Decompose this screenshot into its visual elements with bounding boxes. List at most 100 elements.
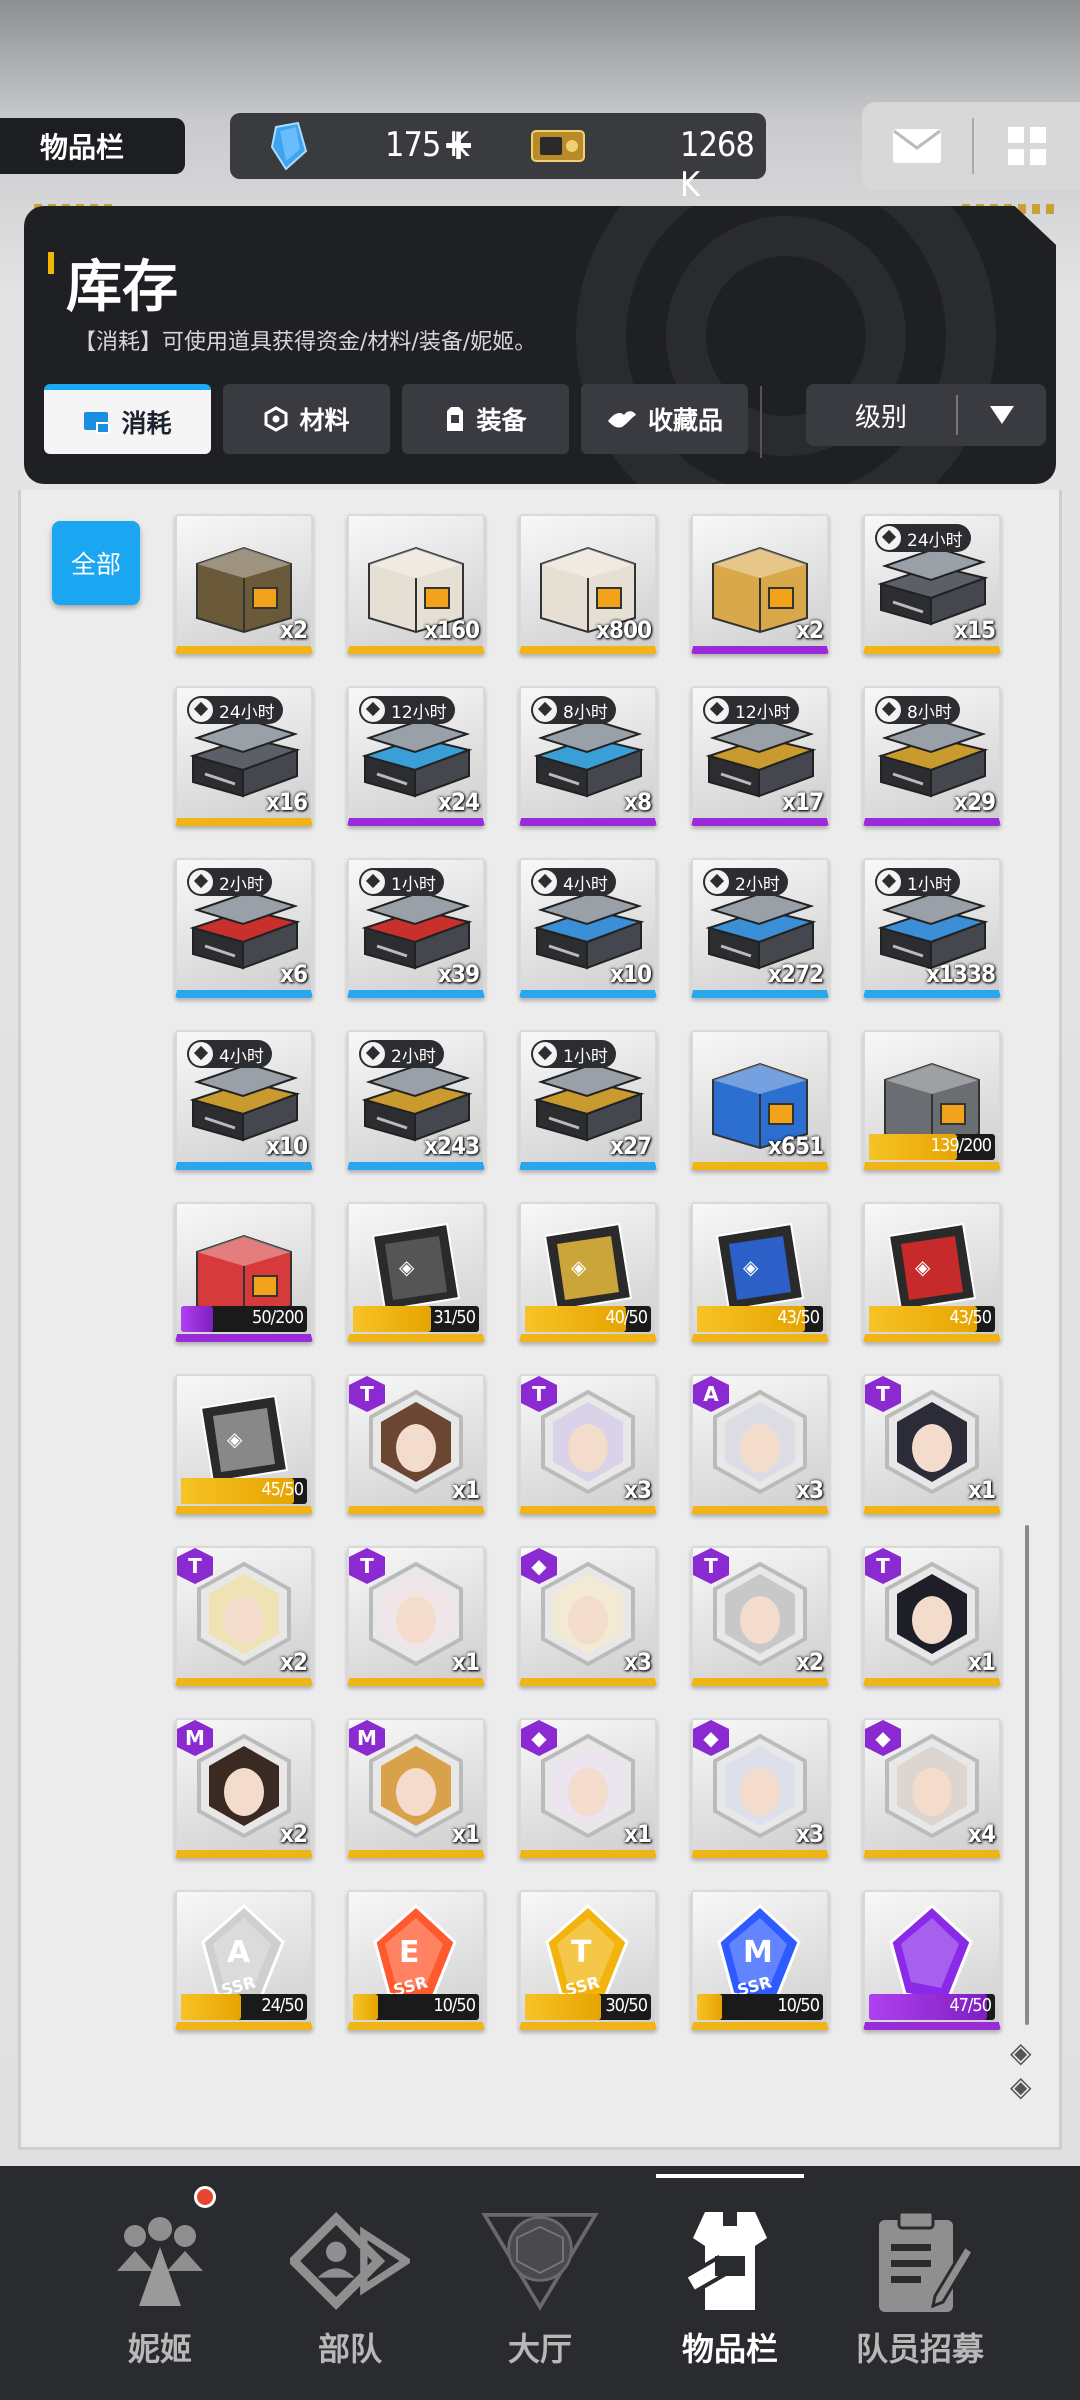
nav-squad[interactable]: 部队: [250, 2166, 450, 2400]
inventory-item[interactable]: ◈ 43/50: [691, 1202, 829, 1342]
mail-button[interactable]: [862, 128, 972, 164]
inventory-item[interactable]: x2: [175, 514, 313, 654]
inventory-item[interactable]: ◆ x4: [863, 1718, 1001, 1858]
svg-text:E: E: [399, 1935, 420, 1970]
inventory-item[interactable]: 2小时 x243: [347, 1030, 485, 1170]
inventory-item[interactable]: M SSR 10/50: [691, 1890, 829, 2030]
item-progress-bar: 40/50: [525, 1306, 651, 1332]
progress-text: 50/200: [252, 1307, 304, 1328]
inventory-item[interactable]: Tx3: [519, 1374, 657, 1514]
inventory-item[interactable]: T SSR 30/50: [519, 1890, 657, 2030]
inventory-item[interactable]: ◆ x3: [691, 1718, 829, 1858]
panel-description: 【消耗】可使用道具获得资金/材料/装备/妮姬。: [74, 330, 537, 355]
duration-badge: 12小时: [359, 696, 455, 724]
tab-collectible[interactable]: 收藏品: [581, 384, 748, 454]
nav-label: 部队: [317, 2330, 382, 2368]
progress-text: 31/50: [433, 1307, 476, 1328]
inventory-item[interactable]: 1小时 x39: [347, 858, 485, 998]
inventory-item[interactable]: ◆ x1: [519, 1718, 657, 1858]
inventory-item[interactable]: Ax3: [691, 1374, 829, 1514]
inventory-item[interactable]: 2小时 x272: [691, 858, 829, 998]
inventory-item[interactable]: 24小时 x15: [863, 514, 1001, 654]
nav-lobby[interactable]: 大厅: [440, 2166, 640, 2400]
item-count: x2: [280, 616, 308, 644]
inventory-item[interactable]: ◈ 40/50: [519, 1202, 657, 1342]
inventory-item[interactable]: 8小时 x8: [519, 686, 657, 826]
inventory-item[interactable]: x651: [691, 1030, 829, 1170]
duration-badge: 2小时: [187, 868, 272, 896]
sort-dropdown[interactable]: 级别: [806, 384, 1046, 446]
item-progress-bar: 43/50: [869, 1306, 995, 1332]
add-gems-button[interactable]: +: [442, 119, 475, 170]
inventory-item[interactable]: 139/200: [863, 1030, 1001, 1170]
menu-button[interactable]: [974, 125, 1080, 167]
inventory-item[interactable]: 12小时 x17: [691, 686, 829, 826]
nav-inventory[interactable]: 物品栏: [630, 2166, 830, 2400]
panel-title: 库存: [66, 255, 178, 320]
item-count: x8: [624, 788, 652, 816]
inventory-item[interactable]: x160: [347, 514, 485, 654]
progress-fill: [181, 1306, 213, 1332]
item-count: x1: [624, 1820, 652, 1848]
item-count: x2: [796, 616, 824, 644]
currency-bar: 175 K + 1268 K: [230, 113, 766, 205]
item-count: x2: [796, 1648, 824, 1676]
item-count: x160: [424, 616, 480, 644]
duration-badge: 8小时: [875, 696, 960, 724]
duration-badge: 2小时: [359, 1040, 444, 1068]
inventory-item[interactable]: 8小时 x29: [863, 686, 1001, 826]
inventory-item[interactable]: Mx2: [175, 1718, 313, 1858]
progress-text: 30/50: [605, 1995, 648, 2016]
inventory-item[interactable]: 1小时 x27: [519, 1030, 657, 1170]
scrollbar[interactable]: [1025, 1525, 1029, 2025]
inventory-item[interactable]: 1小时 x1338: [863, 858, 1001, 998]
inventory-item[interactable]: ◈ 43/50: [863, 1202, 1001, 1342]
inventory-item[interactable]: ◈ 31/50: [347, 1202, 485, 1342]
progress-fill: [353, 1994, 379, 2020]
nav-recruit[interactable]: 队员招募: [820, 2166, 1020, 2400]
filter-all-button[interactable]: 全部: [52, 521, 140, 605]
divider: [760, 386, 762, 458]
tab-consumable[interactable]: 消耗: [44, 384, 211, 454]
inventory-item[interactable]: 2小时 x6: [175, 858, 313, 998]
inventory-item[interactable]: Tx2: [691, 1546, 829, 1686]
inventory-item[interactable]: 12小时 x24: [347, 686, 485, 826]
inventory-item[interactable]: ◈ 45/50: [175, 1374, 313, 1514]
inventory-item[interactable]: A SSR 24/50: [175, 1890, 313, 2030]
item-count: x24: [438, 788, 480, 816]
inventory-item[interactable]: E SSR 10/50: [347, 1890, 485, 2030]
inventory-item[interactable]: x2: [691, 514, 829, 654]
tab-label: 装备: [476, 406, 527, 435]
item-count: x1: [452, 1820, 480, 1848]
tab-material[interactable]: 材料: [223, 384, 390, 454]
inventory-item[interactable]: 47/50: [863, 1890, 1001, 2030]
inventory-item[interactable]: x800: [519, 514, 657, 654]
inventory-item[interactable]: 4小时 x10: [519, 858, 657, 998]
svg-text:◈: ◈: [399, 1255, 415, 1279]
nav-label: 大厅: [507, 2330, 572, 2368]
inventory-item[interactable]: 4小时 x10: [175, 1030, 313, 1170]
item-progress-bar: 45/50: [181, 1478, 307, 1504]
inventory-item[interactable]: Tx1: [347, 1546, 485, 1686]
inventory-item[interactable]: Tx1: [863, 1374, 1001, 1514]
inventory-item[interactable]: Tx1: [863, 1546, 1001, 1686]
tab-equipment[interactable]: 装备: [402, 384, 569, 454]
gem-icon: [270, 121, 308, 171]
progress-fill: [181, 1994, 242, 2020]
inventory-item[interactable]: 24小时 x16: [175, 686, 313, 826]
inventory-item[interactable]: ◆ x3: [519, 1546, 657, 1686]
item-count: x27: [610, 1132, 652, 1160]
grid-menu-icon: [1008, 127, 1046, 165]
duration-badge: 1小时: [359, 868, 444, 896]
item-count: x651: [768, 1132, 824, 1160]
item-count: x3: [796, 1820, 824, 1848]
inventory-item[interactable]: 50/200: [175, 1202, 313, 1342]
item-count: x3: [624, 1476, 652, 1504]
item-count: x3: [624, 1648, 652, 1676]
inventory-item[interactable]: Mx1: [347, 1718, 485, 1858]
nav-nikke[interactable]: 妮姬: [60, 2166, 260, 2400]
inventory-item[interactable]: Tx1: [347, 1374, 485, 1514]
consumable-icon: [84, 412, 111, 434]
inventory-item[interactable]: Tx2: [175, 1546, 313, 1686]
item-count: x800: [596, 616, 652, 644]
